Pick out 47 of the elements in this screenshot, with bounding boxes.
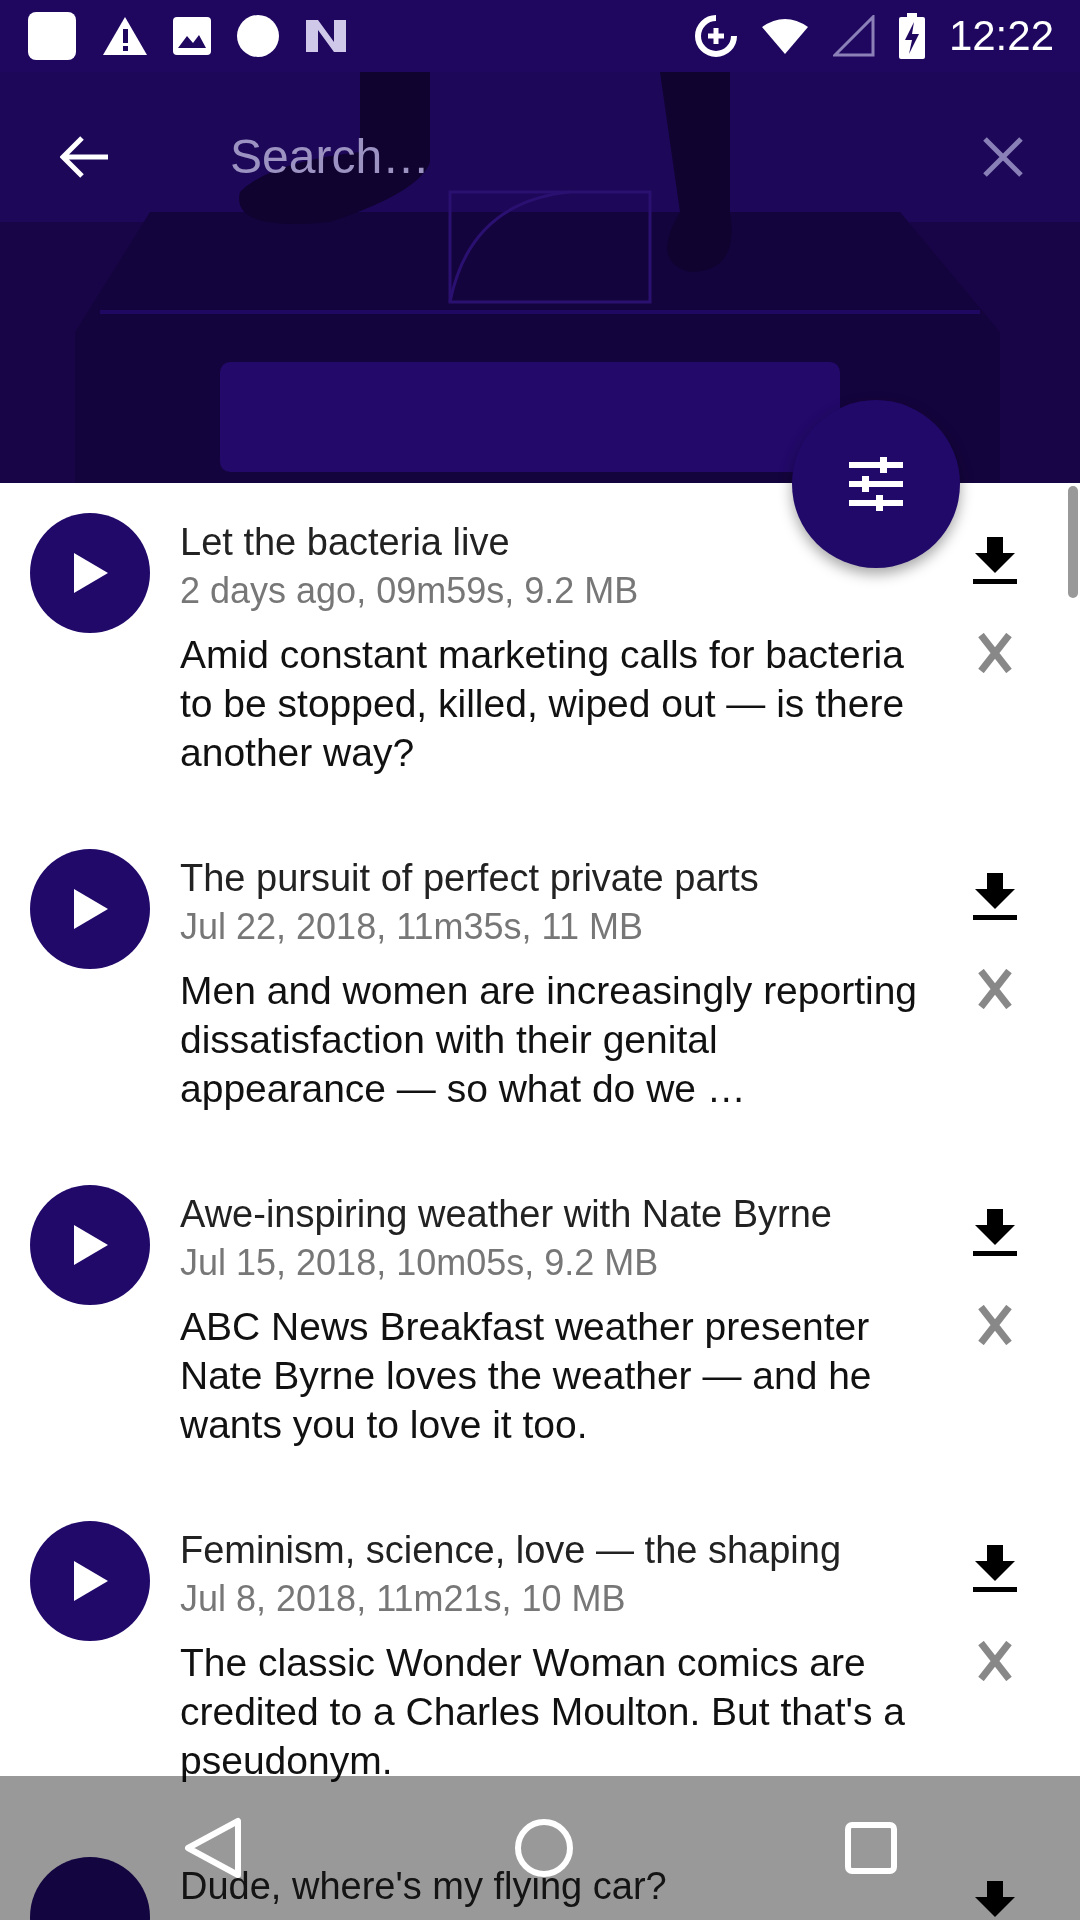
wifi-icon xyxy=(760,17,809,55)
sliders-icon xyxy=(846,457,906,511)
close-icon xyxy=(982,136,1024,178)
episode-meta: Jul 15, 2018, 10m05s, 9.2 MB xyxy=(180,1240,660,1284)
episode-title: Dude, where's my flying car? xyxy=(180,1865,668,1909)
episode-title: Awe-inspiring weather with Nate Byrne xyxy=(180,1193,833,1237)
download-button[interactable] xyxy=(973,537,1017,585)
download-icon xyxy=(973,873,1017,921)
remove-button[interactable] xyxy=(977,633,1013,673)
episode-description: ABC News Breakfast weather presenter Nate Byrne loves the weather — and he wants you to love it too. xyxy=(180,1303,873,1448)
episode-description: Men and women are increasingly reporting dissatisfaction with their genital appearance — so what do we … xyxy=(180,967,919,1112)
download-icon xyxy=(973,1881,1017,1920)
circle-icon xyxy=(236,14,280,58)
x-icon xyxy=(977,969,1013,1009)
notification-icon xyxy=(26,10,78,62)
warning-icon xyxy=(102,15,148,57)
download-button[interactable] xyxy=(973,1209,1017,1257)
image-icon xyxy=(172,16,212,56)
clock-time: 12:22 xyxy=(948,15,1054,57)
signal-icon xyxy=(832,15,875,57)
download-button[interactable] xyxy=(973,1545,1017,1593)
episode-title: Let the bacteria live xyxy=(180,521,511,565)
download-icon xyxy=(973,537,1017,585)
data-saver-icon xyxy=(694,15,737,57)
remove-button[interactable] xyxy=(977,1641,1013,1681)
remove-button[interactable] xyxy=(977,969,1013,1009)
episode-title: Feminism, science, love — the shaping xyxy=(180,1529,843,1573)
close-button[interactable] xyxy=(982,136,1024,178)
x-icon xyxy=(977,1641,1013,1681)
x-icon xyxy=(977,633,1013,673)
download-icon xyxy=(973,1209,1017,1257)
episode-description: Amid constant marketing calls for bacteria to be stopped, killed, wiped out — is there another way? xyxy=(180,631,906,776)
download-button[interactable] xyxy=(973,873,1017,921)
episode-description: The classic Wonder Woman comics are credited to a Charles Moulton. But that's a pseudonym. xyxy=(180,1639,906,1784)
search-field[interactable]: Search… xyxy=(230,121,890,193)
back-button[interactable] xyxy=(60,135,110,179)
x-icon xyxy=(977,1305,1013,1345)
episode-meta: Jul 8, 2018, 11m21s, 10 MB xyxy=(180,1576,627,1620)
battery-charging-icon xyxy=(898,13,925,59)
download-icon xyxy=(973,1545,1017,1593)
recents-button[interactable] xyxy=(844,1822,897,1874)
download-button[interactable] xyxy=(973,1881,1017,1920)
remove-button[interactable] xyxy=(977,1305,1013,1345)
episode-title: The pursuit of perfect private parts xyxy=(180,857,760,901)
episode-meta: Jul 22, 2018, 11m35s, 11 MB xyxy=(180,904,644,948)
back-arrow-icon xyxy=(60,135,110,179)
episode-meta: 2 days ago, 09m59s, 9.2 MB xyxy=(180,568,640,612)
